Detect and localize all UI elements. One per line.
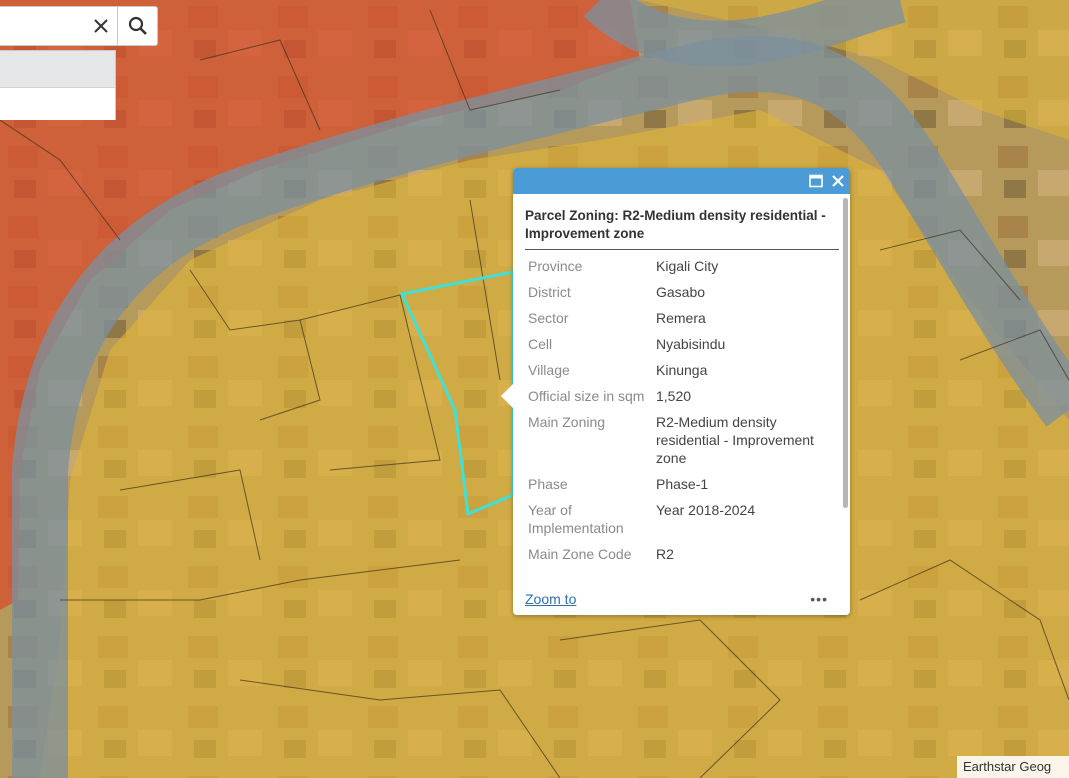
close-icon	[94, 19, 108, 33]
attribute-key: Year of Implementation	[528, 502, 624, 536]
attribute-row: Province Kigali City	[525, 257, 839, 283]
attribute-row: Sector Remera	[525, 309, 839, 335]
attribute-key: Village	[528, 362, 570, 378]
attribute-row: Main Zone Code R2	[525, 545, 839, 571]
attribute-key: Phase	[528, 476, 568, 492]
attribute-value: R2-Medium density residential - Improvem…	[656, 414, 814, 466]
close-button[interactable]	[830, 173, 846, 189]
attribute-key: Official size in sqm	[528, 388, 645, 404]
attribute-key: Cell	[528, 336, 553, 352]
attribute-value: Year 2018-2024	[656, 502, 756, 518]
attribute-row: Year of Implementation Year 2018-2024	[525, 501, 839, 545]
attribute-row: Official size in sqm 1,520	[525, 387, 839, 413]
attribute-row: Cell Nyabisindu	[525, 335, 839, 361]
scroll-thumb[interactable]	[843, 198, 848, 508]
popup-pointer	[501, 384, 513, 408]
search-suggestions	[0, 50, 116, 120]
attribute-value: Phase-1	[656, 476, 709, 492]
maximize-button[interactable]	[808, 173, 824, 189]
parcel-popup: Parcel Zoning: R2-Medium density residen…	[501, 168, 850, 615]
suggestion-item[interactable]	[0, 88, 115, 120]
search-button[interactable]	[117, 7, 158, 45]
attribute-value: 1,520	[656, 388, 692, 404]
search-icon	[128, 16, 147, 35]
clear-search-button[interactable]	[84, 7, 118, 45]
attribute-key: Main Zoning	[528, 414, 606, 430]
attribute-table: Province Kigali City District Gasabo Secto…	[525, 257, 839, 571]
maximize-icon	[809, 174, 823, 188]
attribute-value: Gasabo	[656, 284, 706, 300]
search-input[interactable]	[0, 7, 84, 45]
popup-footer: Zoom to •••	[525, 591, 838, 609]
attribute-value: Kigali City	[656, 258, 719, 274]
attribute-row: Phase Phase-1	[525, 475, 839, 501]
attribute-value: Nyabisindu	[656, 336, 726, 352]
zoom-to-link[interactable]: Zoom to	[525, 591, 576, 607]
attribute-key: Sector	[528, 310, 569, 326]
attribute-value: Kinunga	[656, 362, 708, 378]
attribute-row: District Gasabo	[525, 283, 839, 309]
close-icon	[832, 175, 844, 187]
popup-scrollbar[interactable]	[843, 198, 848, 578]
more-actions-button[interactable]: •••	[810, 591, 828, 607]
popup-title: Parcel Zoning: R2-Medium density residen…	[525, 194, 839, 250]
attribute-row: Main Zoning R2-Medium density residential…	[525, 413, 839, 475]
attribute-key: District	[528, 284, 571, 300]
popup-content: Parcel Zoning: R2-Medium density residen…	[525, 194, 839, 582]
attribute-key: Province	[528, 258, 583, 274]
search-bar	[0, 6, 158, 46]
popup-header	[513, 168, 850, 194]
map-attribution: Earthstar Geog	[957, 756, 1069, 778]
attribute-row: Village Kinunga	[525, 361, 839, 387]
suggestion-item[interactable]	[0, 51, 115, 88]
attribute-value: Remera	[656, 310, 706, 326]
attribute-value: R2	[656, 546, 674, 562]
attribute-key: Main Zone Code	[528, 546, 632, 562]
